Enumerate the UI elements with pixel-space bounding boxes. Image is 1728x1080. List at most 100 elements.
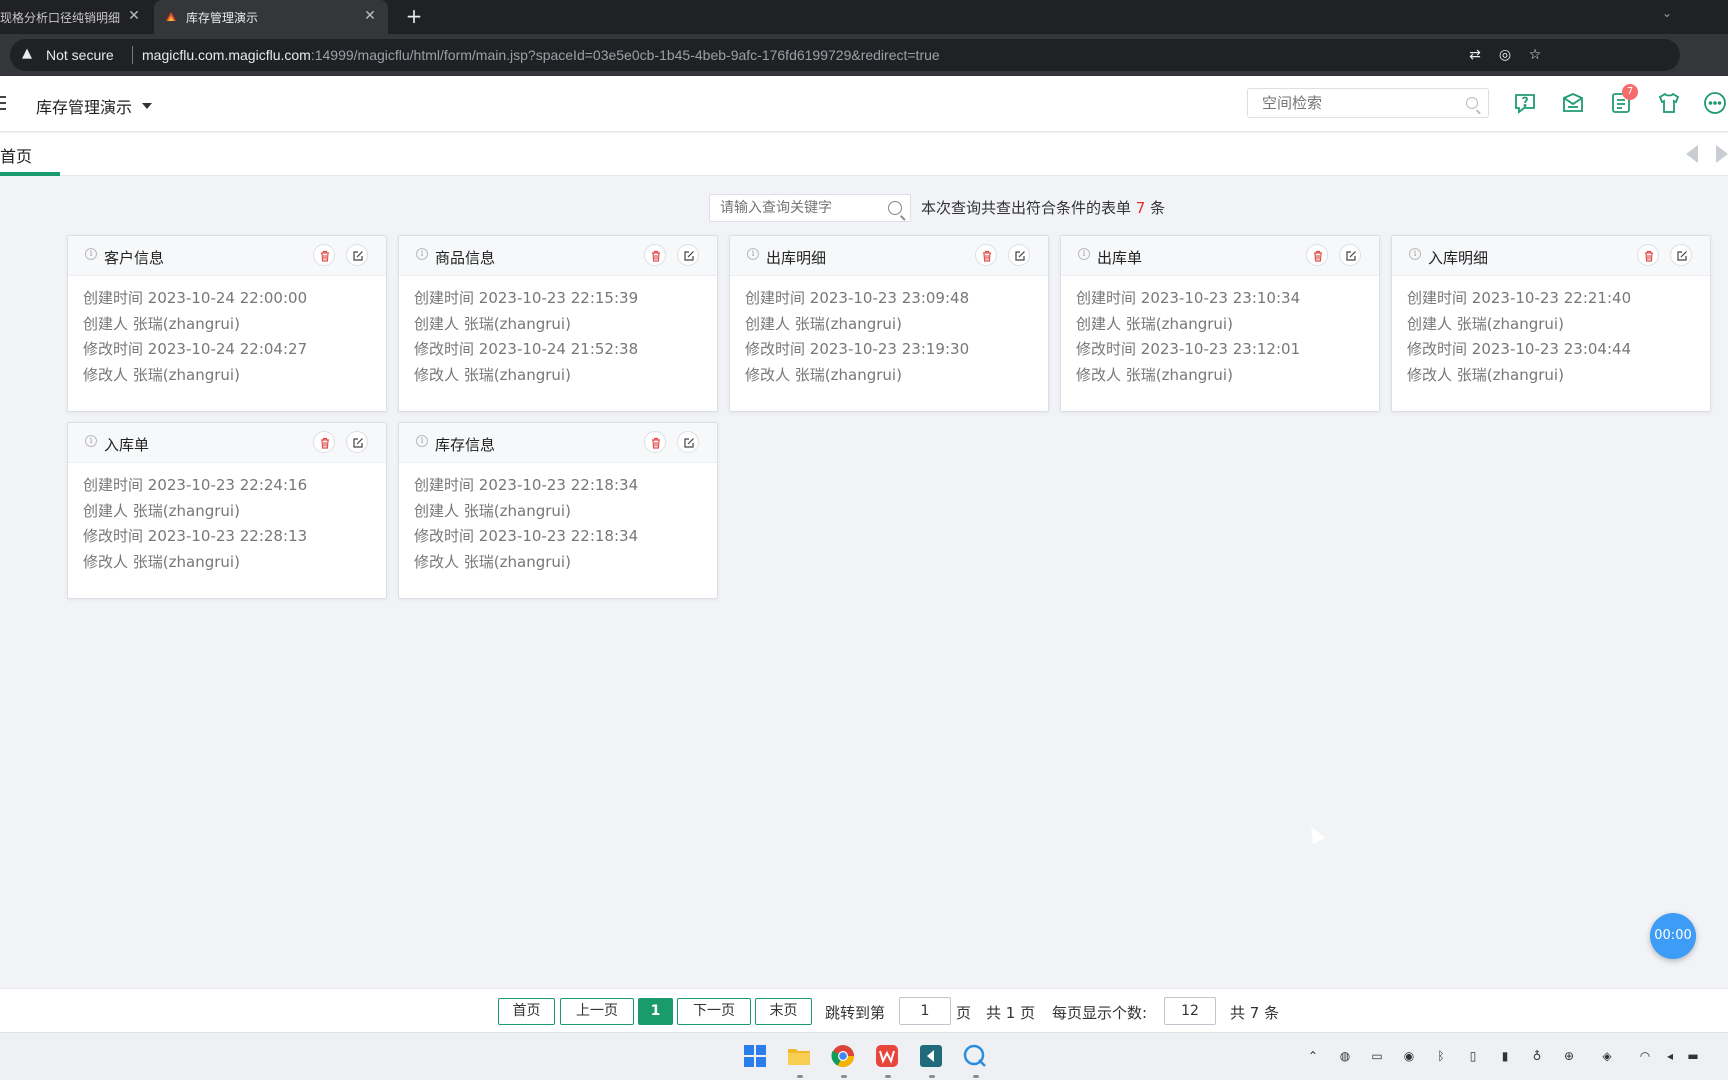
more-icon[interactable] [1702,90,1728,116]
close-icon[interactable]: ✕ [126,8,142,24]
meta-value: 2023-10-23 23:09:48 [809,289,970,307]
form-card[interactable]: i 出库单 创建时间 2023-10-23 23:10:34 创建人 张瑞(zh… [1060,235,1380,412]
delete-button[interactable] [975,244,997,266]
new-tab-button[interactable]: + [402,4,426,28]
next-page-button[interactable]: 下一页 [677,998,751,1025]
form-card-title[interactable]: 出库单 [1097,247,1142,268]
delete-button[interactable] [1637,244,1659,266]
space-switcher[interactable]: 库存管理演示 [36,94,153,118]
chat-app-icon[interactable] [962,1043,988,1069]
info-icon[interactable]: i [1078,248,1090,260]
form-card-title[interactable]: 入库明细 [1428,247,1488,268]
form-card[interactable]: i 出库明细 创建时间 2023-10-23 23:09:48 创建人 张瑞(z… [729,235,1049,412]
info-icon[interactable]: i [85,435,97,447]
first-page-button[interactable]: 首页 [498,998,555,1025]
star-icon[interactable]: ☆ [1526,46,1544,64]
meta-modifier: 修改人 张瑞(zhangrui) [1407,363,1631,389]
media-app-icon[interactable] [918,1043,944,1069]
browser-tab-active[interactable]: 库存管理演示 ✕ [154,0,388,34]
url-text[interactable]: magicflu.com.magicflu.com:14999/magicflu… [142,47,940,63]
delete-button[interactable] [1306,244,1328,266]
meta-value: 2023-10-24 22:04:27 [147,340,308,358]
battery-icon[interactable]: ▬ [1685,1048,1701,1064]
meta-label: 修改人 [1407,365,1453,384]
message-icon[interactable] [1560,90,1586,116]
info-icon[interactable]: i [416,248,428,260]
menu-icon[interactable] [0,96,6,112]
recording-timer[interactable]: 00:00 [1650,913,1696,959]
form-query-input[interactable] [710,195,880,221]
form-card[interactable]: i 客户信息 创建时间 2023-10-24 22:00:00 创建人 张瑞(z… [67,235,387,412]
edit-button[interactable] [677,244,699,266]
delete-button[interactable] [644,431,666,453]
edit-button[interactable] [1670,244,1692,266]
meta-creator: 创建人 张瑞(zhangrui) [1076,312,1300,338]
volume-icon[interactable]: ◂ [1662,1048,1678,1064]
omnibox[interactable]: ▲ Not secure magicflu.com.magicflu.com:1… [10,39,1680,71]
info-icon[interactable]: i [1409,248,1421,260]
usb-icon[interactable]: ▮ [1497,1048,1513,1064]
form-card-title[interactable]: 出库明细 [766,247,826,268]
network-app-icon[interactable]: ◍ [1337,1048,1353,1064]
warning-icon[interactable]: ▲ [22,46,32,61]
edit-button[interactable] [1008,244,1030,266]
form-card[interactable]: i 入库明细 创建时间 2023-10-23 22:21:40 创建人 张瑞(z… [1391,235,1711,412]
form-query[interactable] [709,194,911,222]
tab-scroll-left-icon[interactable] [1686,145,1698,163]
edit-button[interactable] [1339,244,1361,266]
form-card-title[interactable]: 入库单 [104,434,149,455]
form-card-title[interactable]: 商品信息 [435,247,495,268]
wps-icon[interactable] [874,1043,900,1069]
tray-app-icon[interactable]: ◉ [1401,1048,1417,1064]
security-label[interactable]: Not secure [46,47,114,63]
file-explorer-icon[interactable] [786,1043,812,1069]
tray-app-icon[interactable]: ▯ [1465,1048,1481,1064]
current-page-button[interactable]: 1 [638,998,673,1025]
space-search-input[interactable] [1248,89,1448,117]
delete-button[interactable] [313,431,335,453]
edit-button[interactable] [677,431,699,453]
microphone-icon[interactable]: ♁ [1529,1048,1545,1064]
browser-tab[interactable]: 现格分析口径纯销明细 ✕ [0,0,152,34]
form-card-title[interactable]: 客户信息 [104,247,164,268]
jump-page-input[interactable]: 1 [899,997,951,1025]
close-icon[interactable]: ✕ [362,8,378,24]
form-card-title[interactable]: 库存信息 [435,434,495,455]
tray-app-icon[interactable]: ▭ [1369,1048,1385,1064]
form-card[interactable]: i 库存信息 创建时间 2023-10-23 22:18:34 创建人 张瑞(z… [398,422,718,599]
form-card[interactable]: i 入库单 创建时间 2023-10-23 22:24:16 创建人 张瑞(zh… [67,422,387,599]
meta-creator: 创建人 张瑞(zhangrui) [414,499,638,525]
space-search[interactable] [1247,88,1489,118]
chevron-up-icon[interactable]: ⌃ [1305,1048,1321,1064]
delete-button[interactable] [313,244,335,266]
info-icon[interactable]: i [416,435,428,447]
tab-home[interactable]: 首页 [0,133,60,176]
input-method-icon[interactable]: ⊕ [1561,1048,1577,1064]
jump-label: 跳转到第 [825,1004,886,1022]
info-icon[interactable]: i [85,248,97,260]
edit-button[interactable] [346,431,368,453]
chevron-down-icon[interactable]: ⌄ [1662,6,1672,20]
skin-icon[interactable] [1656,90,1682,116]
help-icon[interactable] [1512,90,1538,116]
meta-label: 修改人 [1076,365,1122,384]
chrome-icon[interactable] [830,1043,856,1069]
last-page-button[interactable]: 末页 [755,998,812,1025]
info-icon[interactable]: i [747,248,759,260]
form-card-meta: 创建时间 2023-10-24 22:00:00 创建人 张瑞(zhangrui… [83,286,307,388]
eye-off-icon[interactable]: ◎ [1496,46,1514,64]
form-card[interactable]: i 商品信息 创建时间 2023-10-23 22:15:39 创建人 张瑞(z… [398,235,718,412]
prev-page-button[interactable]: 上一页 [560,998,634,1025]
tab-scroll-right-icon[interactable] [1716,145,1728,163]
delete-button[interactable] [644,244,666,266]
search-icon[interactable] [888,201,902,215]
search-icon[interactable] [1466,97,1478,109]
tray-app-icon[interactable]: ◈ [1599,1048,1615,1064]
translate-icon[interactable]: ⇄ [1466,46,1484,64]
bluetooth-icon[interactable]: ᛒ [1433,1048,1449,1064]
windows-start-icon[interactable] [742,1043,768,1069]
per-page-input[interactable]: 12 [1164,997,1216,1025]
edit-button[interactable] [346,244,368,266]
wifi-icon[interactable]: ◠ [1637,1048,1653,1064]
delete-icon [321,437,329,449]
